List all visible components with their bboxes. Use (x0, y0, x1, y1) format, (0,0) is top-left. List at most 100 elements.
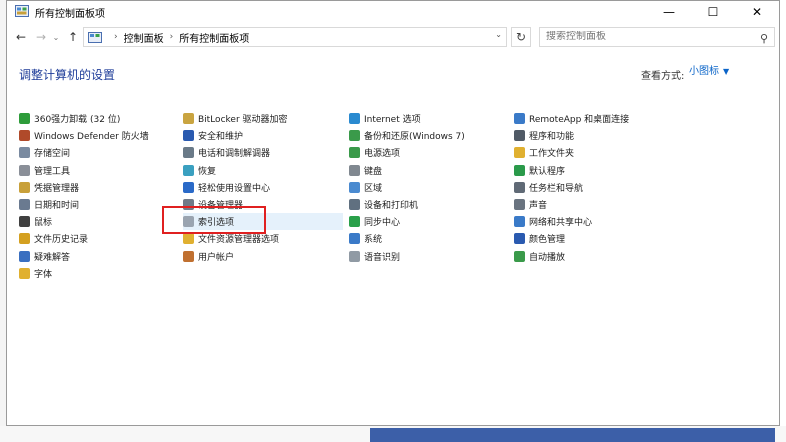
control-panel-item-label: 用户帐户 (198, 253, 235, 263)
back-button[interactable]: ← (13, 28, 29, 46)
microphone-icon (349, 251, 360, 262)
control-panel-item[interactable]: 自动播放 (514, 248, 714, 265)
work-folders-icon (514, 147, 525, 158)
firewall-icon (19, 130, 30, 141)
window-title: 所有控制面板项 (35, 9, 105, 20)
control-panel-item[interactable]: 管理工具 (19, 162, 169, 179)
control-panel-item[interactable]: 安全和维护 (183, 127, 343, 144)
breadcrumb-separator: › (114, 32, 118, 42)
close-button[interactable]: ✕ (735, 1, 779, 23)
autoplay-icon (514, 251, 525, 262)
control-panel-item-label: 安全和维护 (198, 132, 244, 142)
control-panel-item[interactable]: 默认程序 (514, 162, 714, 179)
sync-icon (349, 216, 360, 227)
mouse-icon (19, 216, 30, 227)
control-panel-item-label: 颜色管理 (529, 235, 566, 245)
control-panel-item[interactable]: 360强力卸载 (32 位) (19, 110, 169, 127)
control-panel-item[interactable]: 日期和时间 (19, 196, 169, 213)
control-panel-item[interactable]: 电话和调制解调器 (183, 144, 343, 161)
control-panel-item[interactable]: 系统 (349, 230, 509, 247)
control-panel-item[interactable]: 凭据管理器 (19, 179, 169, 196)
minimize-button[interactable]: — (647, 1, 691, 23)
control-panel-item[interactable]: Internet 选项 (349, 110, 509, 127)
control-panel-item-label: 默认程序 (529, 167, 566, 177)
refresh-button[interactable]: ↻ (511, 27, 531, 47)
folder-options-icon (183, 233, 194, 244)
up-button[interactable]: ↑ (65, 28, 81, 46)
control-panel-item[interactable]: 备份和还原(Windows 7) (349, 127, 509, 144)
control-panel-item[interactable]: 存储空间 (19, 144, 169, 161)
font-icon (19, 268, 30, 279)
control-panel-item[interactable]: 声音 (514, 196, 714, 213)
control-panel-item[interactable]: 任务栏和导航 (514, 179, 714, 196)
control-panel-item[interactable]: Windows Defender 防火墙 (19, 127, 169, 144)
control-panel-item-label: 管理工具 (34, 167, 71, 177)
printer-icon (349, 199, 360, 210)
control-panel-item[interactable]: 语音识别 (349, 248, 509, 265)
control-panel-item-label: BitLocker 驱动器加密 (198, 115, 288, 125)
control-panel-item[interactable]: 电源选项 (349, 144, 509, 161)
control-panel-item[interactable]: 颜色管理 (514, 230, 714, 247)
highlight-annotation (162, 206, 266, 234)
control-panel-item[interactable]: 轻松使用设置中心 (183, 179, 343, 196)
control-panel-item[interactable]: 文件历史记录 (19, 230, 169, 247)
control-panel-item-label: 疑难解答 (34, 253, 71, 263)
forward-button[interactable]: → (33, 28, 49, 46)
control-panel-item-label: 键盘 (364, 167, 383, 177)
control-panel-item[interactable]: 工作文件夹 (514, 144, 714, 161)
title-bar[interactable]: 所有控制面板项 — ☐ ✕ (7, 1, 779, 23)
control-panel-item-label: 存储空间 (34, 149, 71, 159)
control-panel-item-label: 声音 (529, 201, 548, 211)
control-panel-item-label: 凭据管理器 (34, 184, 80, 194)
user-accounts-icon (183, 251, 194, 262)
ease-access-icon (183, 182, 194, 193)
control-panel-item[interactable]: 键盘 (349, 162, 509, 179)
control-panel-item[interactable]: 区域 (349, 179, 509, 196)
control-panel-item[interactable]: 网络和共享中心 (514, 213, 714, 230)
control-panel-item[interactable]: 程序和功能 (514, 127, 714, 144)
search-icon[interactable]: ⚲ (760, 30, 768, 48)
control-panel-item[interactable]: 设备和打印机 (349, 196, 509, 213)
control-panel-item[interactable]: 鼠标 (19, 213, 169, 230)
internet-icon (349, 113, 360, 124)
control-panel-item[interactable]: 同步中心 (349, 213, 509, 230)
control-panel-item-label: 自动播放 (529, 253, 566, 263)
recent-locations-button[interactable]: ⌄ (51, 28, 61, 46)
control-panel-item-label: 文件历史记录 (34, 235, 89, 245)
control-panel-item[interactable]: 用户帐户 (183, 248, 343, 265)
search-input[interactable] (546, 31, 746, 42)
control-panel-window: 所有控制面板项 — ☐ ✕ ← → ⌄ ↑ › 控制面板 › 所有控制面板项 ⌄… (6, 0, 780, 426)
search-box[interactable]: ⚲ (539, 27, 775, 47)
control-panel-item-label: 恢复 (198, 167, 217, 177)
control-panel-item[interactable]: 恢复 (183, 162, 343, 179)
view-by-value: 小图标 (689, 66, 719, 77)
control-panel-icon (15, 5, 29, 17)
file-history-icon (19, 233, 30, 244)
uninstall-icon (19, 113, 30, 124)
breadcrumb-all-items[interactable]: 所有控制面板项 (179, 30, 249, 45)
phone-icon (183, 147, 194, 158)
control-panel-item-label: 电话和调制解调器 (198, 149, 271, 159)
taskbar-icon (514, 182, 525, 193)
control-panel-item[interactable]: 字体 (19, 265, 169, 282)
address-bar[interactable]: › 控制面板 › 所有控制面板项 ⌄ (83, 27, 507, 47)
background-page-bottom (0, 426, 786, 442)
control-panel-item-label: 轻松使用设置中心 (198, 184, 271, 194)
breadcrumb-control-panel[interactable]: 控制面板 (124, 30, 164, 45)
control-panel-item-label: 系统 (364, 235, 383, 245)
control-panel-item[interactable]: 疑难解答 (19, 248, 169, 265)
control-panel-breadcrumb-icon (88, 31, 102, 43)
maximize-button[interactable]: ☐ (691, 1, 735, 23)
clock-icon (19, 199, 30, 210)
chevron-down-icon: ▼ (723, 67, 730, 76)
control-panel-item[interactable]: RemoteApp 和桌面连接 (514, 110, 714, 127)
control-panel-item-label: 区域 (364, 184, 383, 194)
control-panel-item-label: 鼠标 (34, 218, 53, 228)
view-by-dropdown[interactable]: 小图标 ▼ (685, 63, 733, 81)
address-dropdown-icon[interactable]: ⌄ (495, 30, 502, 39)
troubleshoot-icon (19, 251, 30, 262)
background-image (370, 428, 775, 442)
keyboard-icon (349, 165, 360, 176)
control-panel-item-label: 备份和还原(Windows 7) (364, 132, 465, 142)
control-panel-item[interactable]: BitLocker 驱动器加密 (183, 110, 343, 127)
